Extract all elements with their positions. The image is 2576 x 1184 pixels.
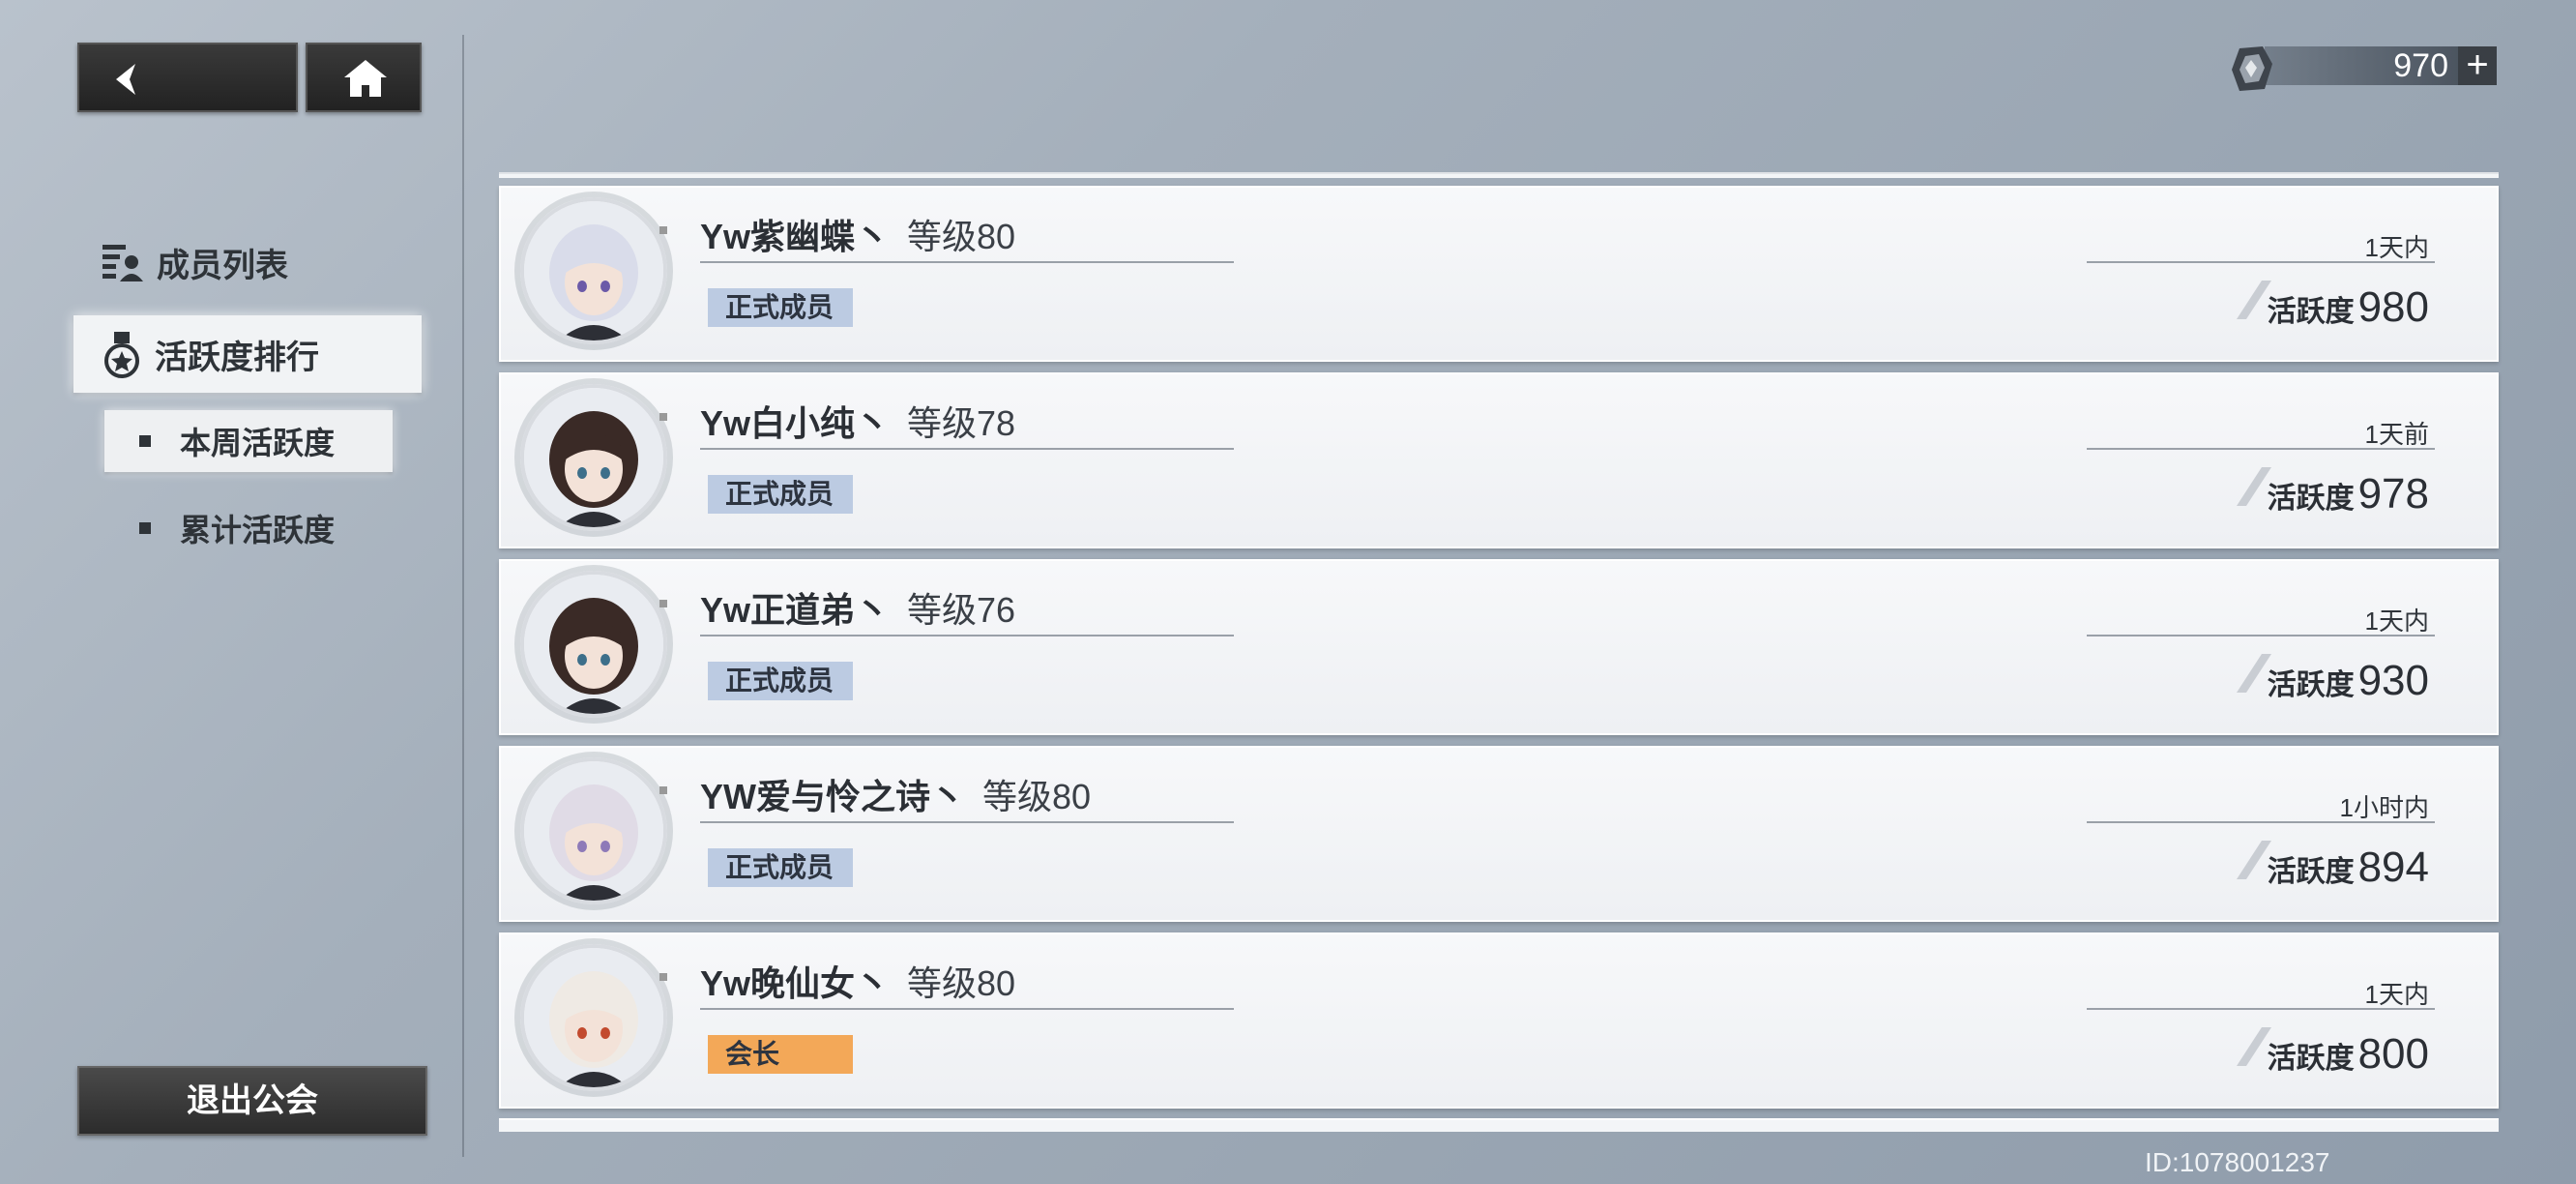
back-button[interactable] [77,43,298,112]
member-name: Yw白小纯丶 等级78 [700,396,1015,446]
activity-label: 活跃度 [2267,856,2355,888]
last-online: 1小时内 [2339,793,2429,822]
activity-score: 活跃度 930 [2233,652,2429,705]
activity-label: 活跃度 [2267,1043,2355,1075]
home-button[interactable] [306,43,422,112]
activity-label: 活跃度 [2267,669,2355,701]
member-name-text: Yw白小纯丶 [700,403,891,443]
sidebar-item-activity-ranking[interactable]: 活跃度排行 [73,315,422,393]
avatar[interactable] [520,757,667,904]
divider [700,448,1234,450]
member-name-text: Yw紫幽蝶丶 [700,217,891,256]
character-portrait-icon [524,388,663,527]
sidebar-item-members[interactable]: 成员列表 [101,236,288,288]
list-item[interactable]: Yw晚仙女丶 等级80 会长 1天内 活跃度 800 [499,932,2499,1109]
guild-id: ID:1078001237 [2145,1147,2330,1177]
activity-score: 活跃度 894 [2233,839,2429,892]
list-item[interactable]: Yw白小纯丶 等级78 正式成员 1天前 活跃度 978 [499,372,2499,548]
member-name: Yw晚仙女丶 等级80 [700,956,1015,1006]
add-currency-button[interactable]: + [2458,45,2497,85]
list-item[interactable]: YW爱与怜之诗丶 等级80 正式成员 1小时内 活跃度 894 [499,746,2499,922]
bullet-icon [139,435,151,447]
member-name: Yw正道弟丶 等级76 [700,582,1015,633]
sidebar-subitem-total-activity[interactable]: 累计活跃度 [104,497,393,559]
member-level: 等级80 [982,777,1092,816]
activity-score: 活跃度 800 [2233,1025,2429,1079]
sidebar-item-label: 成员列表 [157,247,288,284]
activity-label: 活跃度 [2267,296,2355,328]
activity-value: 980 [2357,283,2429,331]
list-item-partial [499,1118,2499,1132]
role-badge: 正式成员 [708,848,853,887]
last-online: 1天内 [2364,607,2429,636]
divider [462,35,464,1157]
member-level: 等级80 [907,963,1016,1003]
sidebar-subitem-label: 累计活跃度 [180,513,336,548]
currency-value: 970 [2393,47,2448,84]
member-level: 等级76 [907,590,1016,630]
back-arrow-icon [116,64,135,95]
avatar[interactable] [520,384,667,531]
activity-value: 894 [2357,844,2429,891]
avatar[interactable] [520,944,667,1091]
list-item[interactable]: Yw紫幽蝶丶 等级80 正式成员 1天内 活跃度 980 [499,186,2499,362]
sidebar-subitem-weekly-activity[interactable]: 本周活跃度 [104,410,393,472]
activity-score: 活跃度 980 [2233,279,2429,332]
crystal-currency-icon [2232,46,2272,91]
decor-dot [659,413,667,421]
divider [700,821,1234,823]
list-header-bar [499,172,2499,178]
decor-dot [659,226,667,234]
divider [700,635,1234,636]
currency-display: 970 + [2226,43,2499,91]
divider [700,261,1234,263]
member-name-text: Yw正道弟丶 [700,590,891,630]
divider [700,1008,1234,1010]
list-item[interactable]: Yw正道弟丶 等级76 正式成员 1天内 活跃度 930 [499,559,2499,735]
avatar[interactable] [520,197,667,344]
last-online: 1天内 [2364,980,2429,1009]
member-name: Yw紫幽蝶丶 等级80 [700,209,1015,259]
role-badge: 会长 [708,1035,853,1074]
last-online: 1天前 [2364,420,2429,449]
character-portrait-icon [524,575,663,714]
character-portrait-icon [524,948,663,1087]
role-badge: 正式成员 [708,475,853,514]
medal-icon [104,332,139,378]
role-badge: 正式成员 [708,662,853,700]
decor-dot [659,786,667,794]
member-name: YW爱与怜之诗丶 等级80 [700,769,1091,819]
member-name-text: Yw晚仙女丶 [700,963,891,1003]
activity-value: 978 [2357,470,2429,518]
member-level: 等级78 [907,403,1016,443]
character-portrait-icon [524,201,663,340]
home-icon [344,60,387,97]
member-level: 等级80 [907,217,1016,256]
activity-value: 930 [2357,657,2429,704]
avatar[interactable] [520,571,667,718]
decor-dot [659,600,667,607]
sidebar-item-label: 活跃度排行 [155,339,319,376]
activity-score: 活跃度 978 [2233,465,2429,518]
role-badge: 正式成员 [708,288,853,327]
exit-guild-button[interactable]: 退出公会 [77,1066,427,1136]
bullet-icon [139,522,151,534]
member-name-text: YW爱与怜之诗丶 [700,777,965,816]
character-portrait-icon [524,761,663,901]
sidebar-subitem-label: 本周活跃度 [180,426,336,460]
member-list-icon [102,245,143,281]
last-online: 1天内 [2364,233,2429,262]
decor-dot [659,973,667,981]
activity-label: 活跃度 [2267,483,2355,515]
activity-value: 800 [2357,1030,2429,1078]
